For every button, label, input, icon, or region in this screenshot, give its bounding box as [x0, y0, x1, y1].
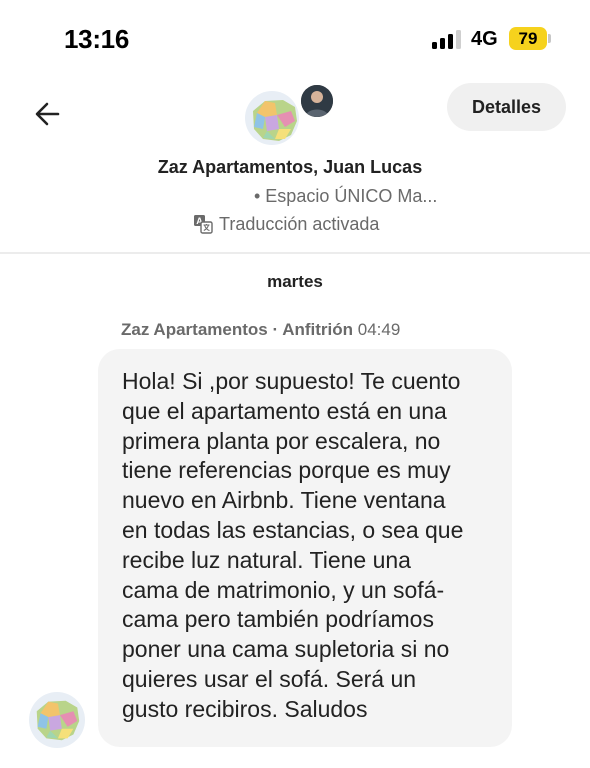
battery-tip — [548, 34, 551, 43]
translate-icon: A — [194, 215, 213, 234]
message-line: primera planta por escalera, no — [122, 427, 441, 454]
back-button[interactable] — [28, 96, 68, 132]
conversation-title: Zaz Apartamentos, Juan Lucas — [157, 157, 423, 177]
cellular-signal-icon — [432, 30, 462, 49]
details-button[interactable]: Detalles — [447, 83, 566, 131]
listing-subtitle[interactable]: • Espacio ÚNICO Ma... — [254, 186, 437, 207]
translation-status[interactable]: A Traducción activada — [193, 212, 379, 236]
message-text: Hola! Si ,por supuesto! Te cuento que el… — [122, 367, 488, 725]
network-type: 4G — [471, 28, 498, 50]
message-line: recibe luz natural. Tiene una — [122, 546, 411, 573]
sender-avatar[interactable] — [29, 692, 85, 748]
message-line: en todas las estancias, o sea que — [122, 516, 464, 543]
message-line: que el apartamento está en una — [122, 397, 447, 424]
translation-label: Traducción activada — [219, 213, 380, 234]
arrow-left-icon — [35, 102, 60, 126]
message-line: Hola! Si ,por supuesto! Te cuento — [122, 368, 461, 394]
message-line: quieres usar el sofá. Será un — [122, 665, 417, 692]
battery-icon: 79 — [509, 27, 547, 50]
message-line: cama de matrimonio, y un sofá- — [122, 576, 445, 603]
message-line: cama pero también podríamos — [122, 606, 434, 633]
day-separator: martes — [267, 272, 323, 291]
message-sender: Zaz Apartamentos · Anfitrión — [121, 320, 354, 339]
message-line: gusto recibiros. Saludos — [122, 695, 368, 722]
message-meta: Zaz Apartamentos · Anfitrión 04:49 — [121, 320, 400, 340]
host-avatar-map[interactable] — [243, 89, 301, 147]
message-line: nuevo en Airbnb. Tiene ventana — [122, 487, 446, 514]
header-divider — [0, 252, 590, 254]
message-line: tiene referencias porque es muy — [122, 457, 451, 484]
message-time: 04:49 — [357, 320, 401, 339]
message-line: poner una cama supletoria si no — [122, 636, 450, 663]
message-bubble[interactable]: Hola! Si ,por supuesto! Te cuento que el… — [98, 349, 512, 747]
cohost-avatar[interactable] — [299, 83, 335, 119]
status-time: 13:16 — [64, 24, 129, 54]
status-bar: 13:16 4G 79 — [0, 0, 590, 80]
